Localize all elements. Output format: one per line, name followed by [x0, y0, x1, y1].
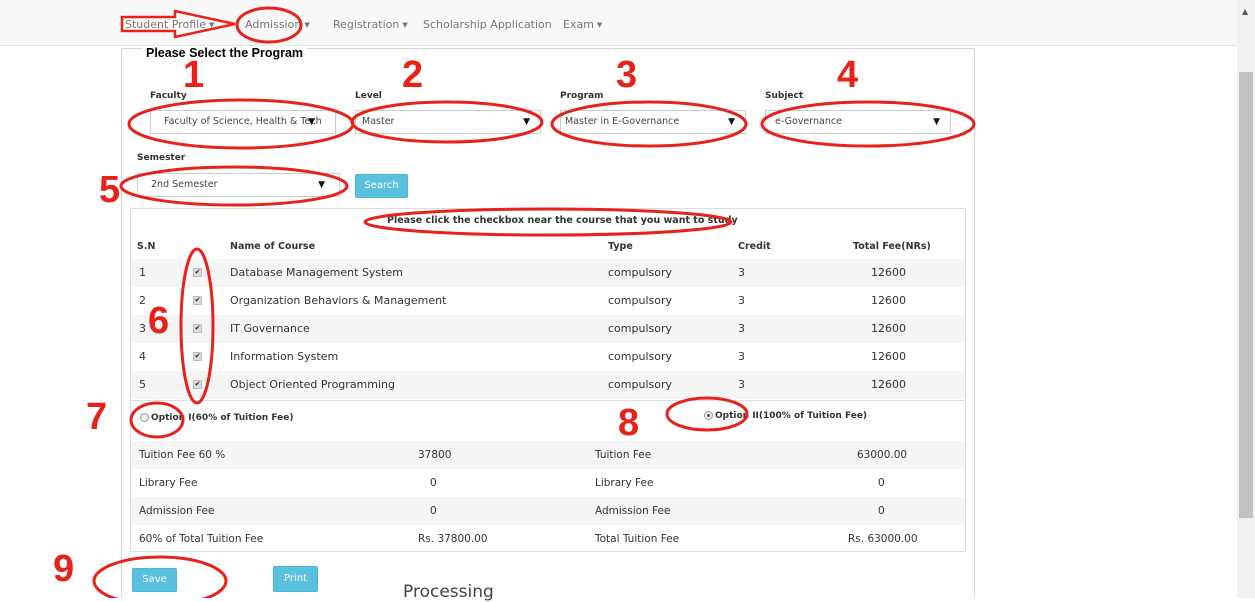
annotation-number: 6	[148, 300, 170, 342]
annotation-ellipse-checkboxes	[179, 247, 215, 405]
annotation-number: 8	[618, 402, 640, 444]
annotation-ellipse-semester	[119, 165, 349, 207]
annotation-ellipse-faculty	[127, 98, 355, 150]
scroll-up-icon[interactable]: ▲	[1242, 7, 1248, 16]
annotation-ellipse-save	[92, 555, 228, 598]
annotation-number: 3	[616, 54, 638, 96]
annotation-ellipse-level	[350, 100, 544, 144]
vertical-scrollbar[interactable]: ▲	[1237, 0, 1255, 598]
annotation-ellipse-option-2	[665, 396, 749, 432]
annotation-ellipse-program	[550, 100, 748, 148]
annotation-number: 1	[183, 54, 205, 96]
annotation-ellipse-subject	[760, 100, 976, 148]
annotation-ellipse-admission	[235, 6, 303, 44]
scrollbar-thumb[interactable]	[1239, 72, 1253, 518]
annotation-ellipse-instruction	[363, 207, 733, 237]
annotation-number: 5	[99, 169, 121, 211]
annotation-number: 2	[402, 54, 424, 96]
annotation-number: 4	[837, 54, 859, 96]
annotation-number: 7	[86, 396, 108, 438]
annotation-ellipse-option-1	[129, 401, 185, 439]
annotation-number: 9	[53, 548, 75, 590]
annotation-arrow	[120, 9, 236, 39]
